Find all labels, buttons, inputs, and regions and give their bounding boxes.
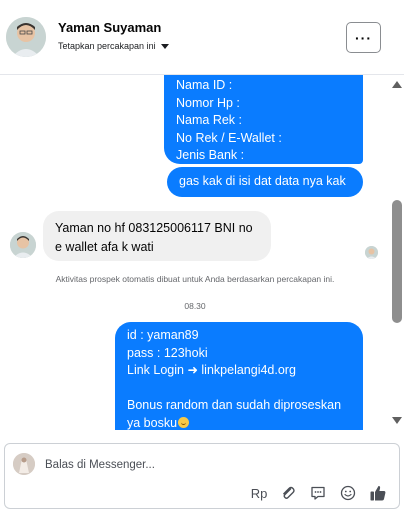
contact-avatar[interactable] (6, 17, 46, 57)
login-line: id : yaman89 (127, 328, 199, 342)
scroll-down-arrow-icon[interactable] (392, 417, 402, 424)
reply-input[interactable] (45, 455, 295, 475)
form-line: No Rek / E-Wallet : (176, 130, 282, 145)
more-options-button[interactable]: ··· (346, 22, 381, 53)
conversation-header: Yaman Suyaman Tetapkan percakapan ini ··… (0, 0, 404, 75)
quick-reply-icon (311, 486, 325, 500)
login-line: pass : 123hoki (127, 345, 208, 360)
attachment-icon (283, 486, 295, 499)
message-text-line: Yaman no hf 083125006117 BNI no (55, 221, 253, 235)
quick-reply-button[interactable] (308, 483, 328, 503)
form-line: Nomor Hp : (176, 95, 240, 110)
form-line: Nama Rek : (176, 113, 242, 128)
attachment-button[interactable] (278, 483, 298, 503)
like-button[interactable] (368, 483, 388, 503)
currency-label: Rp (250, 485, 268, 501)
currency-button[interactable]: Rp (249, 483, 269, 503)
bonus-text: ya bosku (127, 415, 178, 430)
form-line: Jenis Bank : (176, 148, 245, 163)
outgoing-form-message[interactable]: Nama ID : Nomor Hp : Nama Rek : No Rek /… (164, 75, 363, 164)
message-thread[interactable]: Nama ID : Nomor Hp : Nama Rek : No Rek /… (0, 75, 390, 430)
contact-avatar-small (10, 232, 36, 258)
scrollbar-thumb[interactable] (392, 200, 402, 323)
page-avatar (13, 453, 35, 475)
pin-conversation-dropdown[interactable]: Tetapkan percakapan ini (58, 41, 169, 51)
system-note: Aktivitas prospek otomatis dibuat untuk … (55, 274, 335, 284)
bonus-line-2: ya bosku (127, 415, 351, 430)
message-text: gas kak di isi dat data nya kak (179, 174, 346, 188)
bonus-line: Bonus random dan sudah diproseskan (127, 398, 342, 413)
message-text-line: e wallet afa k wati (55, 240, 154, 254)
emoji-button[interactable] (338, 483, 358, 503)
outgoing-message[interactable]: gas kak di isi dat data nya kak (167, 167, 363, 197)
thread-scrollbar[interactable] (389, 75, 404, 430)
thumbs-up-icon (370, 485, 386, 501)
grinning-emoji-icon (178, 416, 190, 428)
more-icon: ··· (355, 29, 372, 46)
contact-name[interactable]: Yaman Suyaman (58, 20, 161, 35)
pin-conversation-label: Tetapkan percakapan ini (58, 41, 156, 51)
seen-indicator-avatar (365, 246, 378, 259)
login-line: Link Login ➜ linkpelangi4d.org (127, 363, 296, 378)
emoji-icon (340, 485, 356, 501)
incoming-message[interactable]: Yaman no hf 083125006117 BNI no e wallet… (43, 211, 271, 261)
outgoing-login-message[interactable]: id : yaman89 pass : 123hoki Link Login ➜… (115, 322, 363, 430)
caret-down-icon (160, 43, 169, 49)
scroll-up-arrow-icon[interactable] (392, 81, 402, 88)
reply-composer: Rp (4, 443, 400, 509)
form-line: Nama ID : (176, 78, 233, 92)
message-timestamp: 08.30 (184, 301, 206, 311)
